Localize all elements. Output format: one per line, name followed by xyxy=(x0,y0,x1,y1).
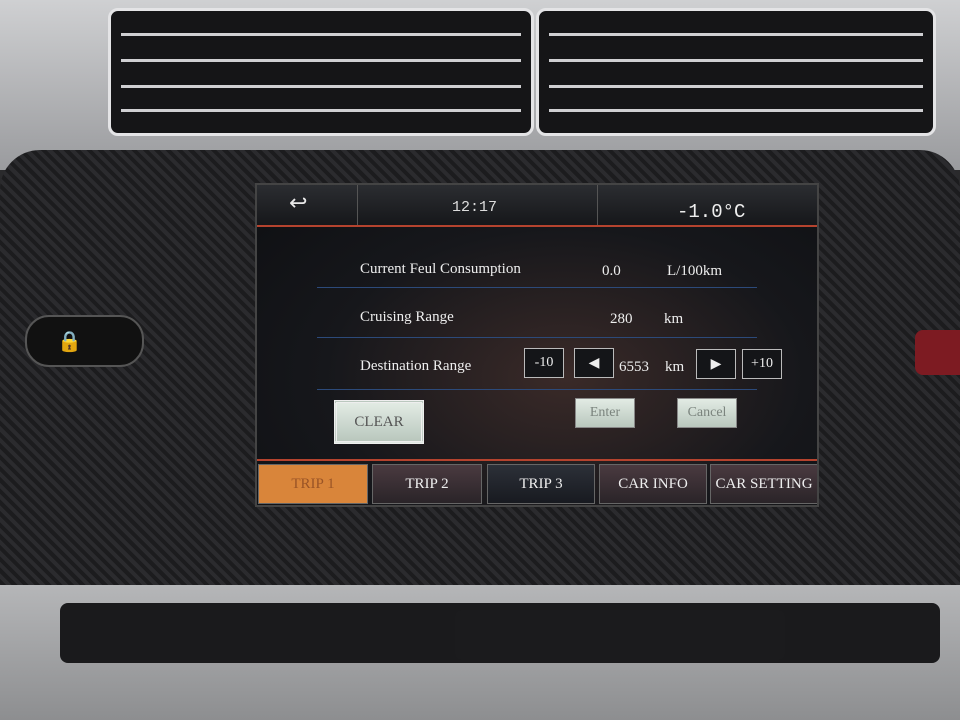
increase-button[interactable]: ▶ xyxy=(696,349,736,379)
destination-range-value: 6553 xyxy=(619,359,649,375)
cruising-range-value: 280 xyxy=(610,311,633,327)
tab-car-info[interactable]: CAR INFO xyxy=(599,464,707,504)
destination-range-unit: km xyxy=(665,359,685,375)
usb-stick xyxy=(455,610,785,660)
minus-10-button[interactable]: -10 xyxy=(524,348,564,378)
back-arrow-icon[interactable]: ↩ xyxy=(289,191,307,216)
fuel-consumption-label: Current Feul Consumption xyxy=(360,261,521,277)
tab-trip-2[interactable]: TRIP 2 xyxy=(372,464,482,504)
head-unit-screen: ↩ 12:17 -1.0°C Current Feul Consumption … xyxy=(255,183,819,507)
air-vent-right xyxy=(536,8,936,136)
destination-range-label: Destination Range xyxy=(360,358,472,374)
decrease-button[interactable]: ◀ xyxy=(574,348,614,378)
status-bar: ↩ 12:17 -1.0°C xyxy=(257,185,817,227)
cancel-button[interactable]: Cancel xyxy=(677,398,737,428)
tab-bar: TRIP 1 TRIP 2 TRIP 3 CAR INFO CAR SETTIN… xyxy=(257,459,817,505)
tab-trip-1[interactable]: TRIP 1 xyxy=(258,464,368,504)
clock: 12:17 xyxy=(452,199,498,216)
tab-trip-3[interactable]: TRIP 3 xyxy=(487,464,595,504)
door-lock-button[interactable]: 🔒 xyxy=(25,315,144,367)
clear-button[interactable]: CLEAR xyxy=(334,400,424,444)
fuel-consumption-value: 0.0 xyxy=(602,263,621,279)
hazard-button[interactable] xyxy=(915,330,960,375)
plus-10-button[interactable]: +10 xyxy=(742,349,782,379)
enter-button[interactable]: Enter xyxy=(575,398,635,428)
cruising-range-label: Cruising Range xyxy=(360,309,454,325)
lock-icon: 🔒 xyxy=(57,331,82,353)
triangle-right-icon: ▶ xyxy=(710,356,722,372)
air-vent-left xyxy=(108,8,534,136)
fuel-consumption-unit: L/100km xyxy=(667,263,722,279)
cruising-range-unit: km xyxy=(664,311,684,327)
tab-car-setting[interactable]: CAR SETTING xyxy=(710,464,817,504)
outside-temperature: -1.0°C xyxy=(677,201,746,223)
dashboard-top xyxy=(0,0,960,170)
triangle-left-icon: ◀ xyxy=(588,355,600,371)
